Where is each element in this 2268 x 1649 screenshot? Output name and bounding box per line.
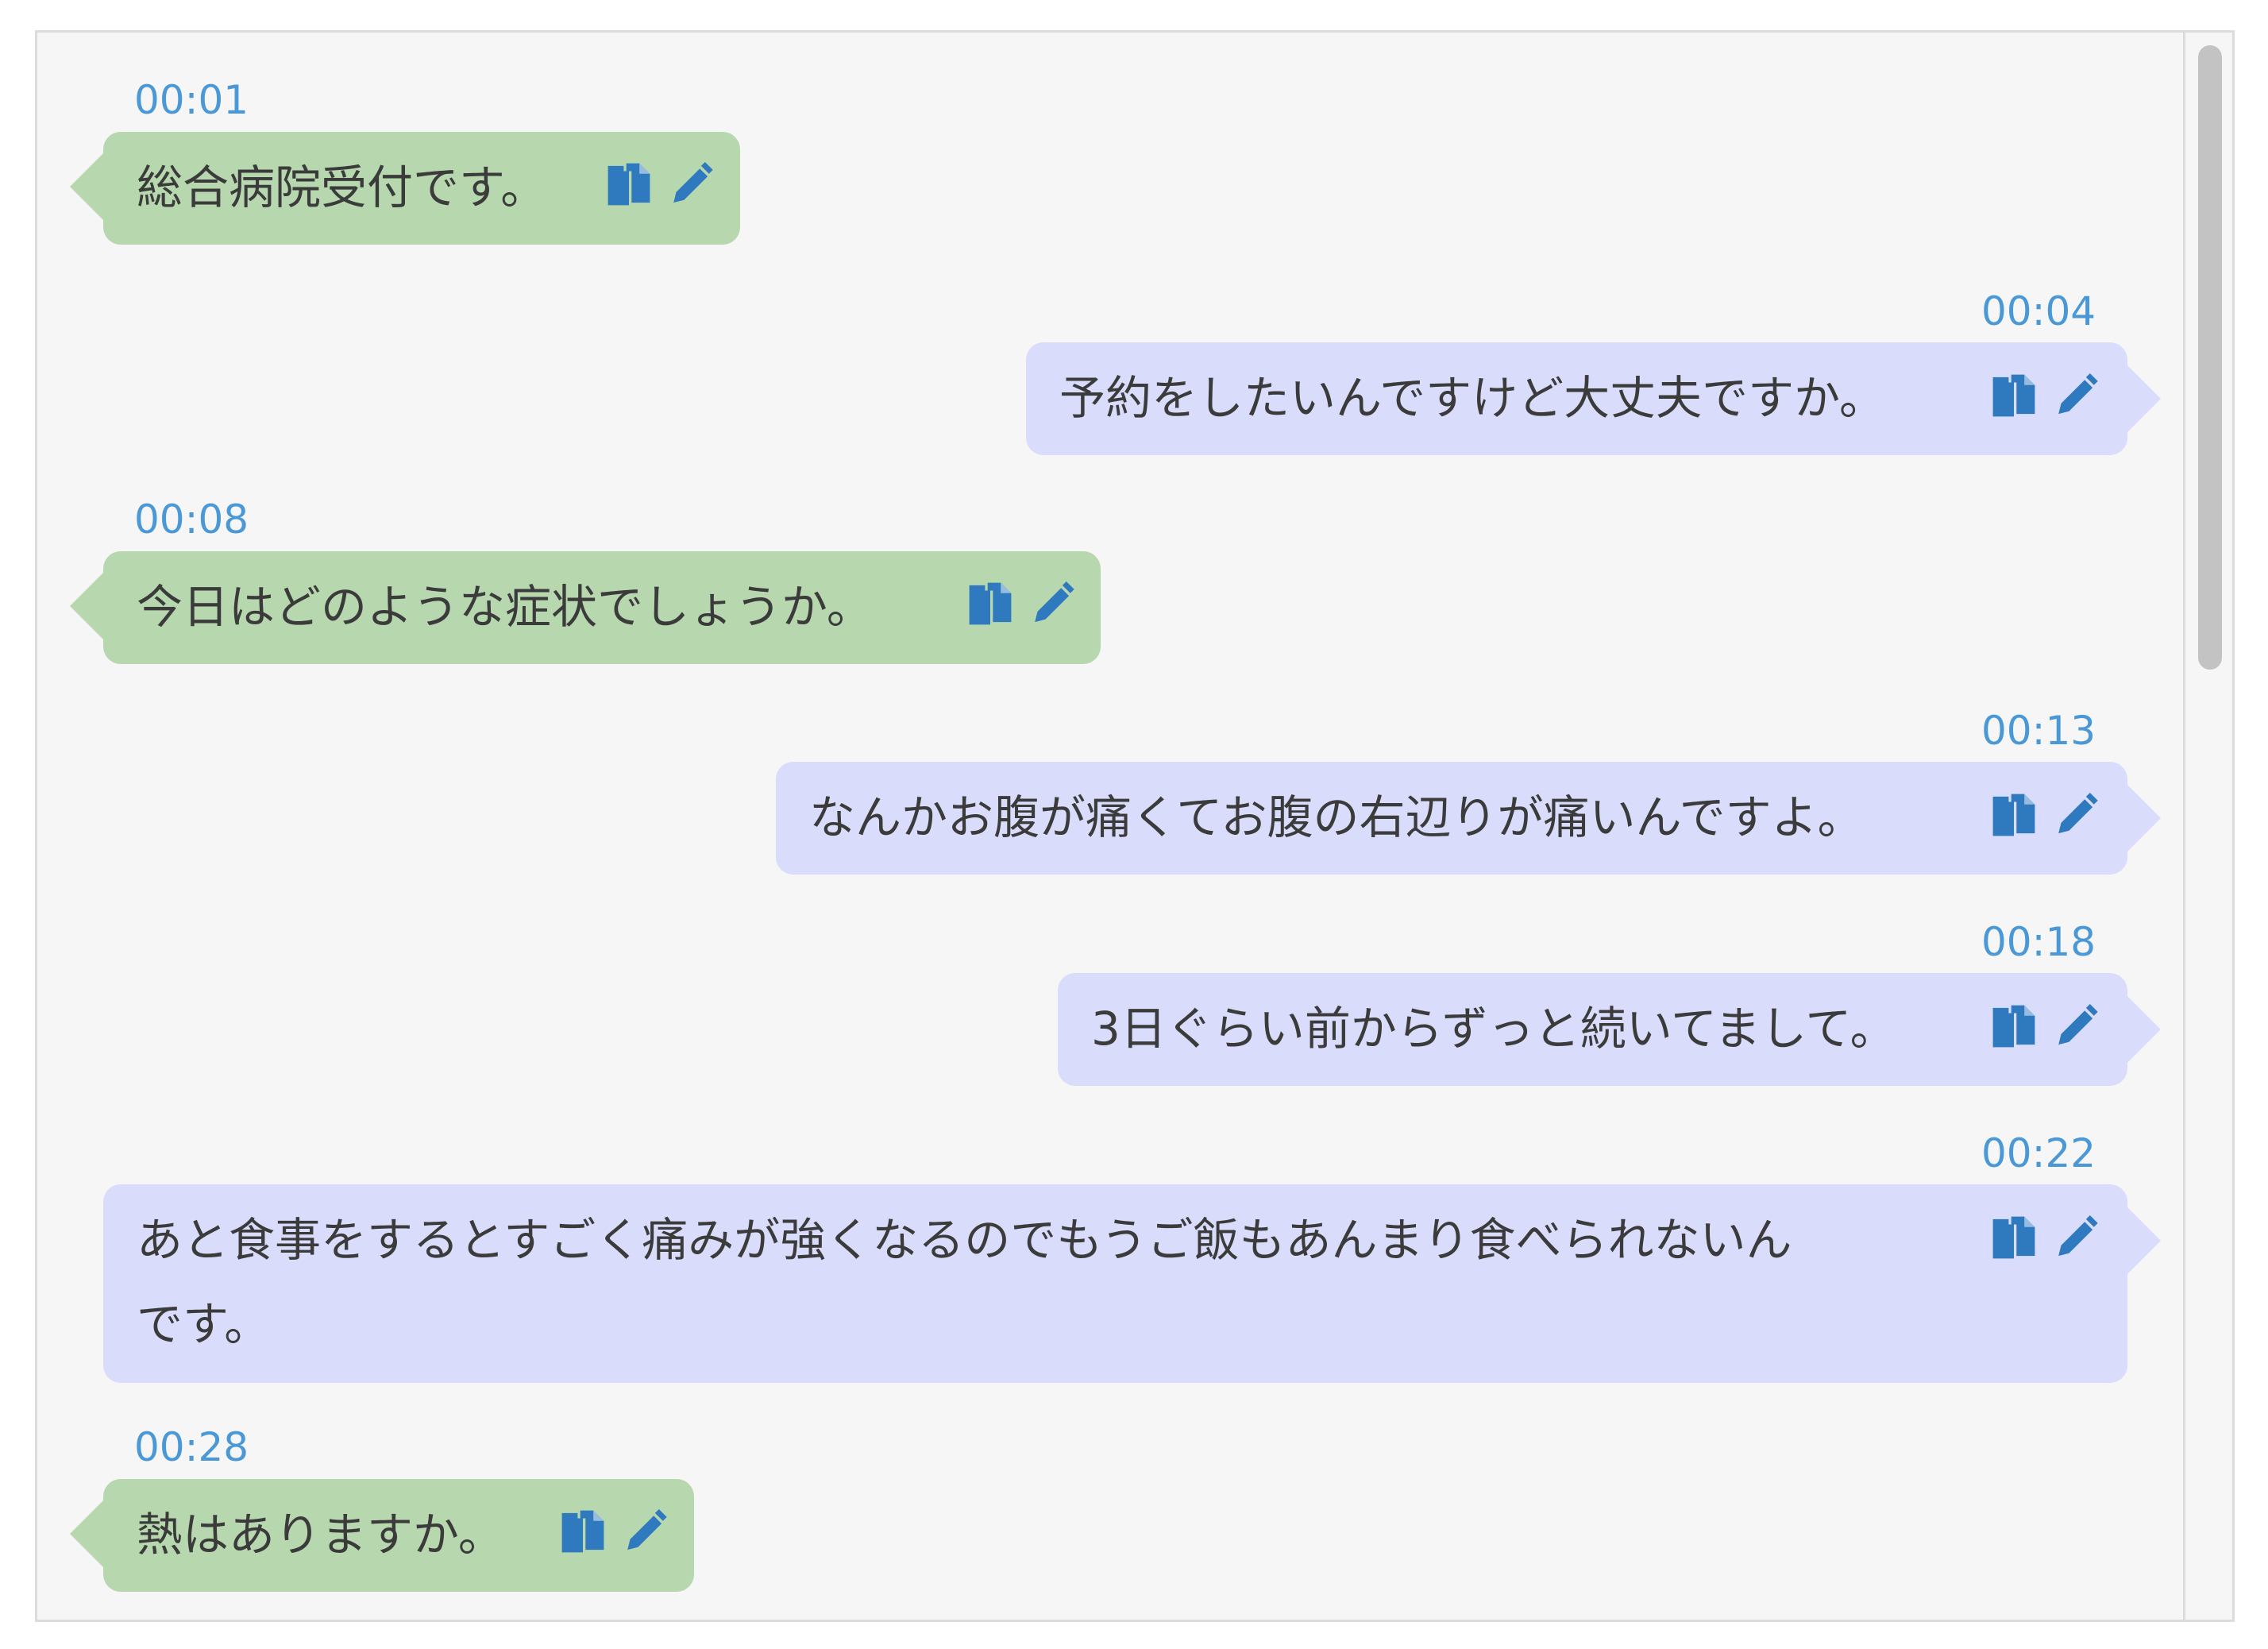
message-actions bbox=[964, 577, 1077, 630]
edit-icon[interactable] bbox=[2048, 1211, 2100, 1264]
copy-icon[interactable] bbox=[557, 1505, 609, 1558]
scrollbar-track[interactable] bbox=[2183, 33, 2232, 1620]
message-text: 3日ぐらい前からずっと続いてまして。 bbox=[1091, 1002, 1896, 1056]
timestamp: 00:22 bbox=[1981, 1130, 2096, 1176]
timestamp: 00:01 bbox=[134, 77, 249, 123]
copy-icon[interactable] bbox=[1988, 1211, 2040, 1264]
message-actions bbox=[1988, 789, 2100, 841]
message-text: 予約をしたいんですけど大丈夫ですか。 bbox=[1059, 371, 1885, 425]
bubble-tail bbox=[2127, 996, 2161, 1063]
edit-icon[interactable] bbox=[663, 158, 716, 210]
message-actions bbox=[1988, 369, 2100, 422]
copy-icon[interactable] bbox=[964, 577, 1016, 630]
message-text: 熱はありますか。 bbox=[137, 1508, 504, 1562]
bubble-tail bbox=[70, 1500, 103, 1567]
copy-icon[interactable] bbox=[1988, 789, 2040, 841]
edit-icon[interactable] bbox=[2048, 369, 2100, 422]
bubble-tail bbox=[70, 153, 103, 220]
message-text: なんかお腹が痛くてお腹の右辺りが痛いんですよ。 bbox=[809, 790, 1864, 844]
bubble-tail bbox=[2127, 365, 2161, 432]
copy-icon[interactable] bbox=[603, 158, 655, 210]
message-text-line1: あと食事をするとすごく痛みが強くなるのでもうご飯もあんまり食べられないん bbox=[137, 1213, 1792, 1267]
scrollbar-thumb[interactable] bbox=[2198, 45, 2222, 670]
copy-icon[interactable] bbox=[1988, 369, 2040, 422]
timestamp: 00:08 bbox=[134, 496, 249, 543]
message-text: 総合病院受付です。 bbox=[137, 160, 547, 214]
edit-icon[interactable] bbox=[2048, 1000, 2100, 1052]
timestamp: 00:18 bbox=[1981, 919, 2096, 965]
message-text-line2: です。 bbox=[137, 1297, 271, 1351]
copy-icon[interactable] bbox=[1988, 1000, 2040, 1052]
bubble-tail bbox=[70, 573, 103, 639]
message-actions bbox=[557, 1505, 669, 1558]
message-actions bbox=[1988, 1000, 2100, 1052]
message-text: 今日はどのような症状でしょうか。 bbox=[137, 580, 873, 634]
bubble-tail bbox=[2127, 785, 2161, 852]
timestamp: 00:28 bbox=[134, 1424, 249, 1470]
timestamp: 00:04 bbox=[1981, 288, 2096, 334]
edit-icon[interactable] bbox=[617, 1505, 669, 1558]
edit-icon[interactable] bbox=[1024, 577, 1077, 630]
timestamp: 00:13 bbox=[1981, 708, 2096, 754]
message-actions bbox=[1988, 1211, 2100, 1264]
message-actions bbox=[603, 158, 716, 210]
edit-icon[interactable] bbox=[2048, 789, 2100, 841]
bubble-tail bbox=[2127, 1207, 2161, 1274]
transcript-panel: 00:01 総合病院受付です。 00:04 予約をしたいんですけど大丈夫ですか。… bbox=[35, 30, 2235, 1622]
